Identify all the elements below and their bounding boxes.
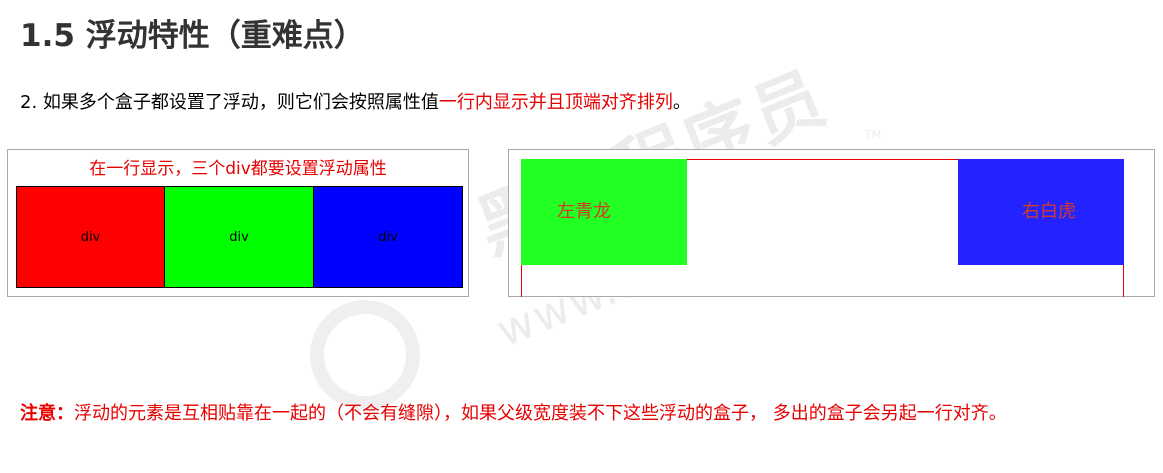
div-box-label: div: [378, 229, 398, 245]
point-highlight: 一行内显示并且顶端对齐排列: [438, 92, 673, 113]
note-label: 注意：: [20, 403, 74, 424]
point-prefix: 2. 如果多个盒子都设置了浮动，则它们会按照属性值: [20, 92, 439, 113]
div-box-label: div: [80, 229, 101, 245]
float-rule-point: 2. 如果多个盒子都设置了浮动，则它们会按照属性值一行内显示并且顶端对齐排列。: [20, 88, 691, 114]
left-right-float-demo: 左青龙 右白虎: [508, 149, 1155, 297]
red-div-box: div: [16, 186, 165, 288]
float-left-box: 左青龙: [521, 159, 687, 265]
watermark-tm: TM: [865, 128, 882, 141]
float-right-label: 右白虎: [1022, 201, 1076, 222]
page-title: 1.5 浮动特性（重难点）: [20, 18, 365, 54]
blue-div-box: div: [314, 186, 463, 288]
note-text: 浮动的元素是互相贴靠在一起的（不会有缝隙），如果父级宽度装不下这些浮动的盒子， …: [74, 403, 1007, 424]
float-right-box: 右白虎: [958, 159, 1124, 265]
float-left-label: 左青龙: [557, 201, 611, 222]
div-box-label: div: [229, 229, 249, 245]
green-div-box: div: [165, 186, 314, 288]
demo1-caption: 在一行显示，三个div都要设置浮动属性: [89, 159, 387, 179]
itheima-logo-icon: [310, 300, 420, 410]
note-paragraph: 注意：浮动的元素是互相贴靠在一起的（不会有缝隙），如果父级宽度装不下这些浮动的盒…: [20, 398, 1120, 430]
point-suffix: 。: [672, 92, 691, 113]
three-div-float-demo: 在一行显示，三个div都要设置浮动属性 div div div: [7, 149, 469, 297]
demo1-float-row: div div div: [16, 186, 463, 288]
parent-container: 左青龙 右白虎: [521, 159, 1124, 297]
